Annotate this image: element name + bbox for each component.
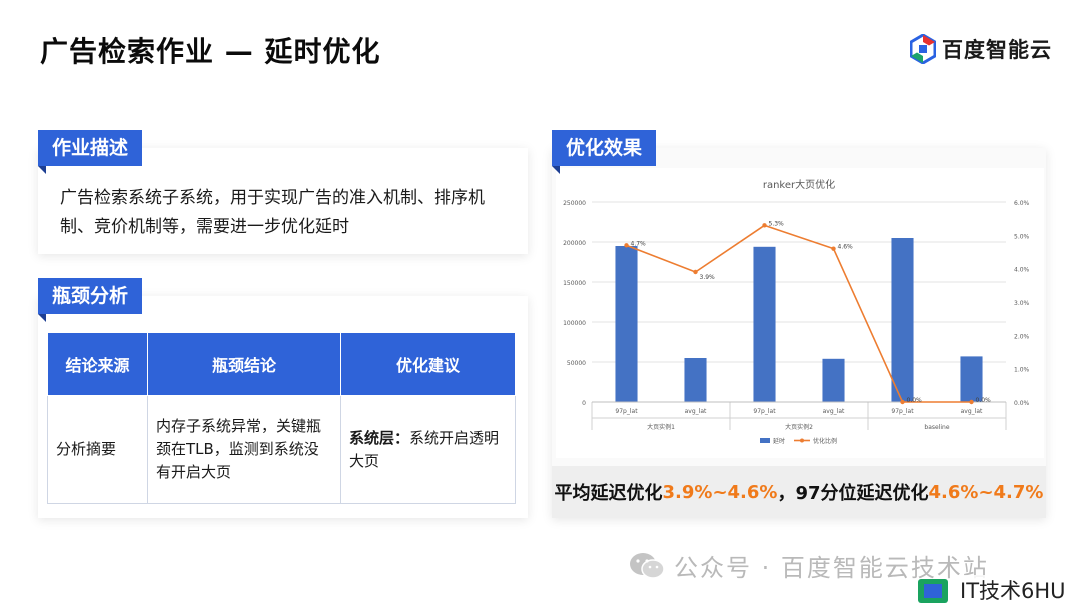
y-tick-label: 50000 xyxy=(567,360,586,367)
ratio-data-label: 3.9% xyxy=(700,274,716,281)
site-badge: IT技术6HU xyxy=(916,574,1070,606)
bar xyxy=(822,358,845,402)
x-tick-label: 97p_lat xyxy=(753,408,776,415)
summary-p97-label: ，97分位延迟优化 xyxy=(777,483,929,504)
effect-tag: 优化效果 xyxy=(552,130,657,174)
y-tick-label: 150000 xyxy=(563,280,586,287)
ratio-data-label: 0.0% xyxy=(907,397,923,404)
y2-tick-label: 6.0% xyxy=(1014,200,1030,207)
cell-source: 分析摘要 xyxy=(47,395,148,504)
y2-tick-label: 2.0% xyxy=(1014,333,1030,340)
bottleneck-tag: 瓶颈分析 xyxy=(38,278,143,322)
y2-tick-label: 4.0% xyxy=(1014,267,1030,274)
group-label: baseline xyxy=(924,424,949,431)
cell-advice: 系统层：系统开启透明大页 xyxy=(340,395,516,504)
bar xyxy=(684,358,707,402)
group-label: 大页实例2 xyxy=(785,423,813,431)
ratio-point xyxy=(624,243,629,248)
x-tick-label: 97p_lat xyxy=(891,408,914,415)
header-source: 结论来源 xyxy=(47,332,148,396)
ratio-data-label: 4.7% xyxy=(631,240,647,247)
legend-bar-swatch xyxy=(760,438,770,443)
description-text: 广告检索系统子系统，用于实现广告的准入机制、排序机制、竞价机制等，需要进一步优化… xyxy=(60,188,485,237)
y-tick-label: 100000 xyxy=(563,320,586,327)
baidu-cloud-logo-icon xyxy=(910,34,936,64)
y2-tick-label: 5.0% xyxy=(1014,233,1030,240)
summary-avg-label: 平均延迟优化 xyxy=(554,483,663,504)
summary-p97-value: 4.6%~4.7% xyxy=(928,481,1044,503)
legend-line-label: 优化比例 xyxy=(813,437,837,445)
y-tick-label: 0 xyxy=(582,400,586,407)
legend-bar-label: 延时 xyxy=(773,437,785,445)
page-title: 广告检索作业 — 延时优化 xyxy=(40,35,381,68)
cell-conclusion: 内存子系统异常，关键瓶颈在TLB，监测到系统没有开启大页 xyxy=(147,395,341,504)
advice-prefix: 系统层： xyxy=(349,428,410,447)
ratio-data-label: 5.3% xyxy=(769,220,785,227)
ratio-point xyxy=(762,223,767,228)
x-tick-label: avg_lat xyxy=(961,408,983,415)
ratio-data-label: 4.6% xyxy=(838,244,854,251)
bar xyxy=(753,246,776,402)
y2-tick-label: 0.0% xyxy=(1014,400,1030,407)
ratio-point xyxy=(693,269,698,275)
y-tick-label: 200000 xyxy=(563,240,586,247)
ratio-point xyxy=(831,246,836,251)
bar xyxy=(960,356,983,402)
wechat-icon xyxy=(630,552,665,579)
ratio-point xyxy=(900,399,905,405)
brand-name: 百度智能云 xyxy=(942,38,1052,62)
ratio-data-label: 0.0% xyxy=(976,397,992,404)
description-tag: 作业描述 xyxy=(38,130,143,174)
y2-tick-label: 3.0% xyxy=(1014,300,1030,307)
y2-tick-label: 1.0% xyxy=(1014,367,1030,374)
x-tick-label: 97p_lat xyxy=(615,408,638,415)
header-advice: 优化建议 xyxy=(340,332,516,396)
badge-logo-icon xyxy=(918,579,948,603)
ratio-point xyxy=(969,399,974,405)
legend-line-marker xyxy=(800,438,804,443)
chart-title: ranker大页优化 xyxy=(763,178,835,191)
x-tick-label: avg_lat xyxy=(823,408,845,415)
table-header-row: 结论来源 瓶颈结论 优化建议 xyxy=(47,332,516,396)
x-tick-label: avg_lat xyxy=(685,408,707,415)
badge-text: IT技术6HU xyxy=(956,575,1070,605)
effect-summary: 平均延迟优化 3.9%~4.6% ，97分位延迟优化 4.6%~4.7% xyxy=(552,466,1046,518)
y-tick-label: 250000 xyxy=(563,200,586,207)
ratio-line xyxy=(626,224,972,403)
chart-area: ranker大页优化 0 50000 100000 150000 200000 250000… xyxy=(556,168,1044,458)
group-label: 大页实例1 xyxy=(647,423,675,431)
bar xyxy=(891,238,914,402)
bottleneck-table: 结论来源 瓶颈结论 优化建议 分析摘要 内存子系统异常，关键瓶颈在TLB，监测到… xyxy=(47,332,516,504)
bar xyxy=(615,246,638,402)
ranker-chart: ranker大页优化 0 50000 100000 150000 200000 250000… xyxy=(563,178,1030,445)
table-row: 分析摘要 内存子系统异常，关键瓶颈在TLB，监测到系统没有开启大页 系统层：系统… xyxy=(47,395,516,504)
header-conclusion: 瓶颈结论 xyxy=(147,332,341,396)
brand-logo: 百度智能云 xyxy=(910,34,1052,64)
summary-avg-value: 3.9%~4.6% xyxy=(662,481,778,503)
